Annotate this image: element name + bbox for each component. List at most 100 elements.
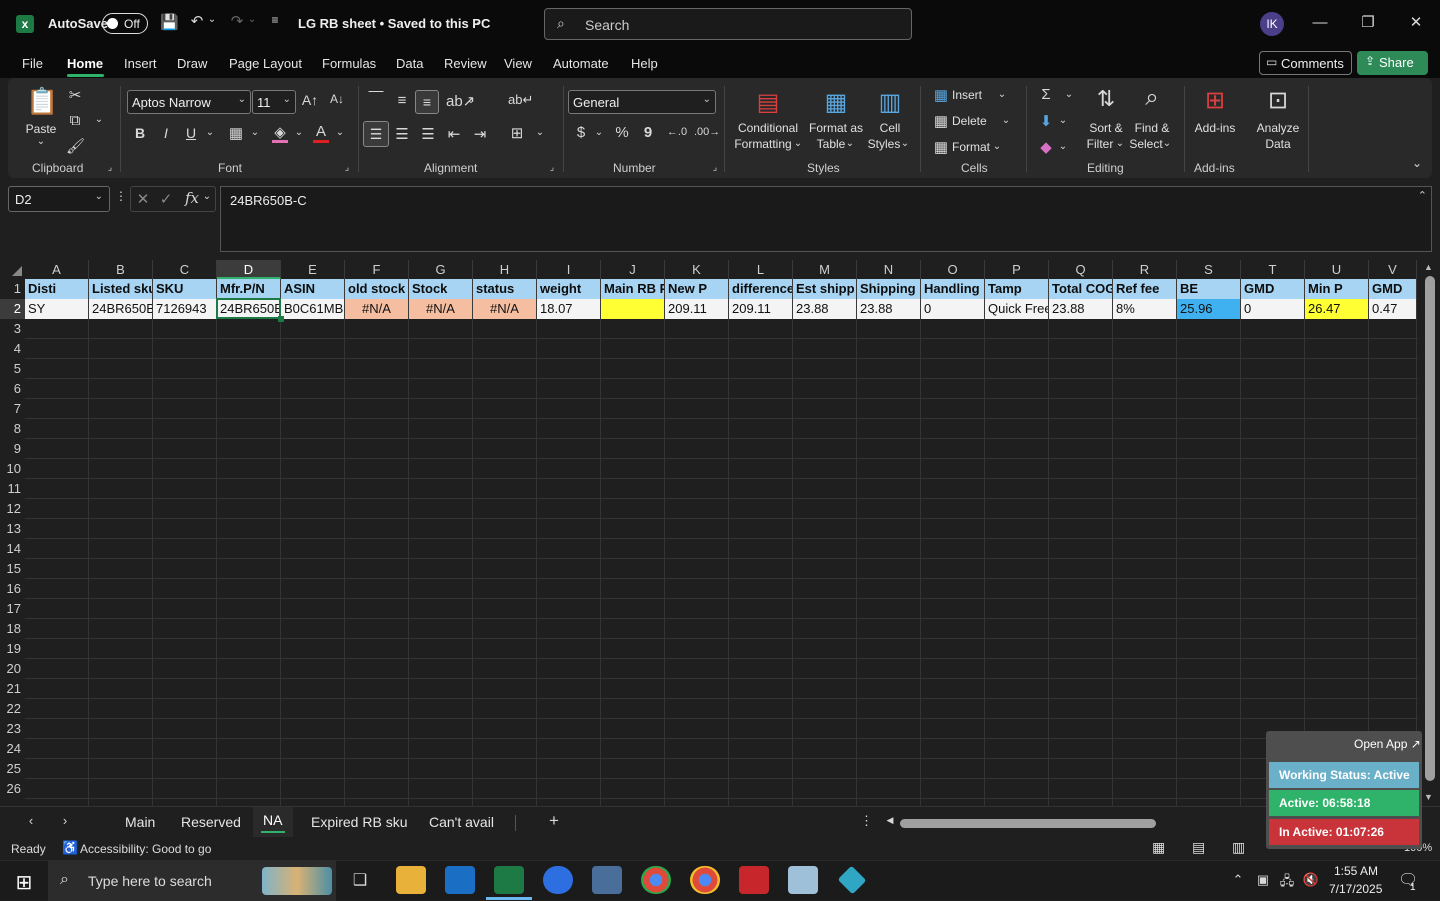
row-header-25[interactable]: 25 <box>0 759 25 779</box>
header-cell-t[interactable]: GMD <box>1241 279 1305 299</box>
merge-center-icon[interactable]: ⊞ <box>507 124 527 142</box>
chrome-icon[interactable] <box>641 866 671 894</box>
orientation-dropdown-icon[interactable]: ⌄ <box>466 95 476 106</box>
document-title[interactable]: LG RB sheet • Saved to this PC <box>298 16 490 31</box>
header-cell-v[interactable]: GMD <box>1369 279 1417 299</box>
header-cell-k[interactable]: New P <box>665 279 729 299</box>
share-button[interactable]: ⇪ Share <box>1357 51 1428 75</box>
increase-font-icon[interactable]: A↑ <box>301 92 319 108</box>
column-header-f[interactable]: F <box>345 260 409 279</box>
column-header-l[interactable]: L <box>729 260 793 279</box>
find-select-label[interactable]: Find & <box>1132 120 1172 136</box>
row-header-24[interactable]: 24 <box>0 739 25 759</box>
customize-qat-icon[interactable]: ≡ <box>266 13 284 27</box>
row-header-16[interactable]: 16 <box>0 579 25 599</box>
data-cell-e2[interactable]: B0C61MB6 <box>281 299 345 319</box>
font-name-select[interactable]: Aptos Narrow ⌄ <box>127 90 251 114</box>
fill-handle[interactable] <box>278 316 284 322</box>
format-as-table-label[interactable]: Format as <box>806 120 866 136</box>
select-all-corner[interactable] <box>0 260 25 279</box>
header-cell-p[interactable]: Tamp <box>985 279 1049 299</box>
align-center-icon[interactable]: ☰ <box>393 125 411 143</box>
cell-styles-icon[interactable]: ▥ <box>874 88 906 117</box>
conditional-formatting-label-2[interactable]: Formatting <box>728 136 798 152</box>
align-left-icon[interactable]: ☰ <box>363 121 389 147</box>
paste-icon[interactable]: 📋 <box>26 86 58 117</box>
analyze-data-label[interactable]: Analyze <box>1252 120 1304 136</box>
ribbon-collapse-icon[interactable]: ⌄ <box>1410 156 1424 170</box>
font-size-select[interactable]: 11 ⌄ <box>252 90 296 114</box>
page-layout-view-icon[interactable]: ▤ <box>1192 839 1205 856</box>
wrap-text-icon[interactable]: ab↵ <box>508 92 533 108</box>
find-select-icon[interactable]: ⌕ <box>1136 84 1168 112</box>
page-break-view-icon[interactable]: ▥ <box>1232 839 1245 856</box>
row-header-20[interactable]: 20 <box>0 659 25 679</box>
menu-formulas[interactable]: Formulas <box>322 56 376 71</box>
data-cell-b2[interactable]: 24BR650B <box>89 299 153 319</box>
find-dropdown-icon[interactable]: ⌄ <box>1162 138 1172 149</box>
row-header-5[interactable]: 5 <box>0 359 25 379</box>
align-right-icon[interactable]: ☰ <box>419 125 437 143</box>
analyze-data-label-2[interactable]: Data <box>1260 136 1296 152</box>
worksheet-grid[interactable]: ABCDEFGHIJKLMNOPQRSTUV 1 2 3 4 5 6 7 8 9 10 11 12 13… <box>0 260 1440 806</box>
copy-icon[interactable]: ⧉ <box>66 112 84 129</box>
row-header-7[interactable]: 7 <box>0 399 25 419</box>
data-cell-v2[interactable]: 0.47 <box>1369 299 1417 319</box>
sort-dropdown-icon[interactable]: ⌄ <box>1115 138 1125 149</box>
alignment-launcher-icon[interactable]: ⌟ <box>547 162 557 173</box>
title-chevron-icon[interactable]: ⌄ <box>470 14 482 28</box>
autosum-icon[interactable]: Σ <box>1037 86 1055 103</box>
find-select-label-2[interactable]: Select <box>1128 136 1164 152</box>
header-cell-f[interactable]: old stock <box>345 279 409 299</box>
analyze-data-icon[interactable]: ⊡ <box>1263 86 1293 115</box>
format-painter-icon[interactable]: 🖌 <box>66 137 85 155</box>
horizontal-scroll-thumb[interactable] <box>900 819 1156 828</box>
data-cell-u2[interactable]: 26.47 <box>1305 299 1369 319</box>
cut-icon[interactable]: ✂ <box>66 86 84 104</box>
conditional-formatting-icon[interactable]: ▤ <box>752 88 784 116</box>
increase-decimal-icon[interactable]: ←.0 <box>666 126 688 138</box>
data-cell-q2[interactable]: 23.88 <box>1049 299 1113 319</box>
user-avatar[interactable]: IK <box>1260 12 1284 36</box>
menu-view[interactable]: View <box>504 56 532 71</box>
accessibility-status[interactable]: Accessibility: Good to go <box>80 842 211 856</box>
column-header-e[interactable]: E <box>281 260 345 279</box>
column-header-u[interactable]: U <box>1305 260 1369 279</box>
network-icon[interactable]: 🖧 <box>1278 872 1296 894</box>
orientation-icon[interactable]: ab↗ <box>446 92 475 110</box>
font-color-icon[interactable]: A <box>313 123 329 140</box>
open-app-link[interactable]: Open App ↗ <box>1354 737 1421 751</box>
menu-data[interactable]: Data <box>396 56 423 71</box>
format-dropdown-icon[interactable]: ⌄ <box>992 141 1002 152</box>
row-header-19[interactable]: 19 <box>0 639 25 659</box>
header-cell-i[interactable]: weight <box>537 279 601 299</box>
align-bottom-icon[interactable]: ≡ <box>415 90 439 114</box>
zoom-app-icon[interactable] <box>543 866 573 894</box>
column-header-m[interactable]: M <box>793 260 857 279</box>
redo-icon[interactable]: ↷ <box>228 12 246 30</box>
data-cell-f2[interactable]: #N/A <box>345 299 409 319</box>
header-cell-m[interactable]: Est shipp <box>793 279 857 299</box>
italic-button[interactable]: I <box>158 125 174 141</box>
data-cell-j2[interactable] <box>601 299 665 319</box>
add-ins-icon[interactable]: ⊞ <box>1200 86 1230 115</box>
column-header-g[interactable]: G <box>409 260 473 279</box>
tab-cant-avail[interactable]: Can't avail <box>429 814 494 830</box>
header-cell-d[interactable]: Mfr.P/N <box>217 279 281 299</box>
column-header-s[interactable]: S <box>1177 260 1241 279</box>
vertical-scroll-thumb[interactable] <box>1425 276 1435 781</box>
menu-file[interactable]: File <box>22 56 43 71</box>
normal-view-icon[interactable]: ▦ <box>1152 839 1165 856</box>
header-cell-c[interactable]: SKU <box>153 279 217 299</box>
menu-page-layout[interactable]: Page Layout <box>229 56 302 71</box>
task-view-icon[interactable]: ❑ <box>350 870 370 890</box>
column-header-i[interactable]: I <box>537 260 601 279</box>
column-header-k[interactable]: K <box>665 260 729 279</box>
row-header-3[interactable]: 3 <box>0 319 25 339</box>
column-header-q[interactable]: Q <box>1049 260 1113 279</box>
fill-color-icon[interactable]: ◈ <box>271 123 289 141</box>
windows-start-icon[interactable]: ⊞ <box>12 870 36 895</box>
row-header-17[interactable]: 17 <box>0 599 25 619</box>
menu-draw[interactable]: Draw <box>177 56 207 71</box>
comments-button[interactable]: ▭ Comments <box>1259 51 1352 75</box>
